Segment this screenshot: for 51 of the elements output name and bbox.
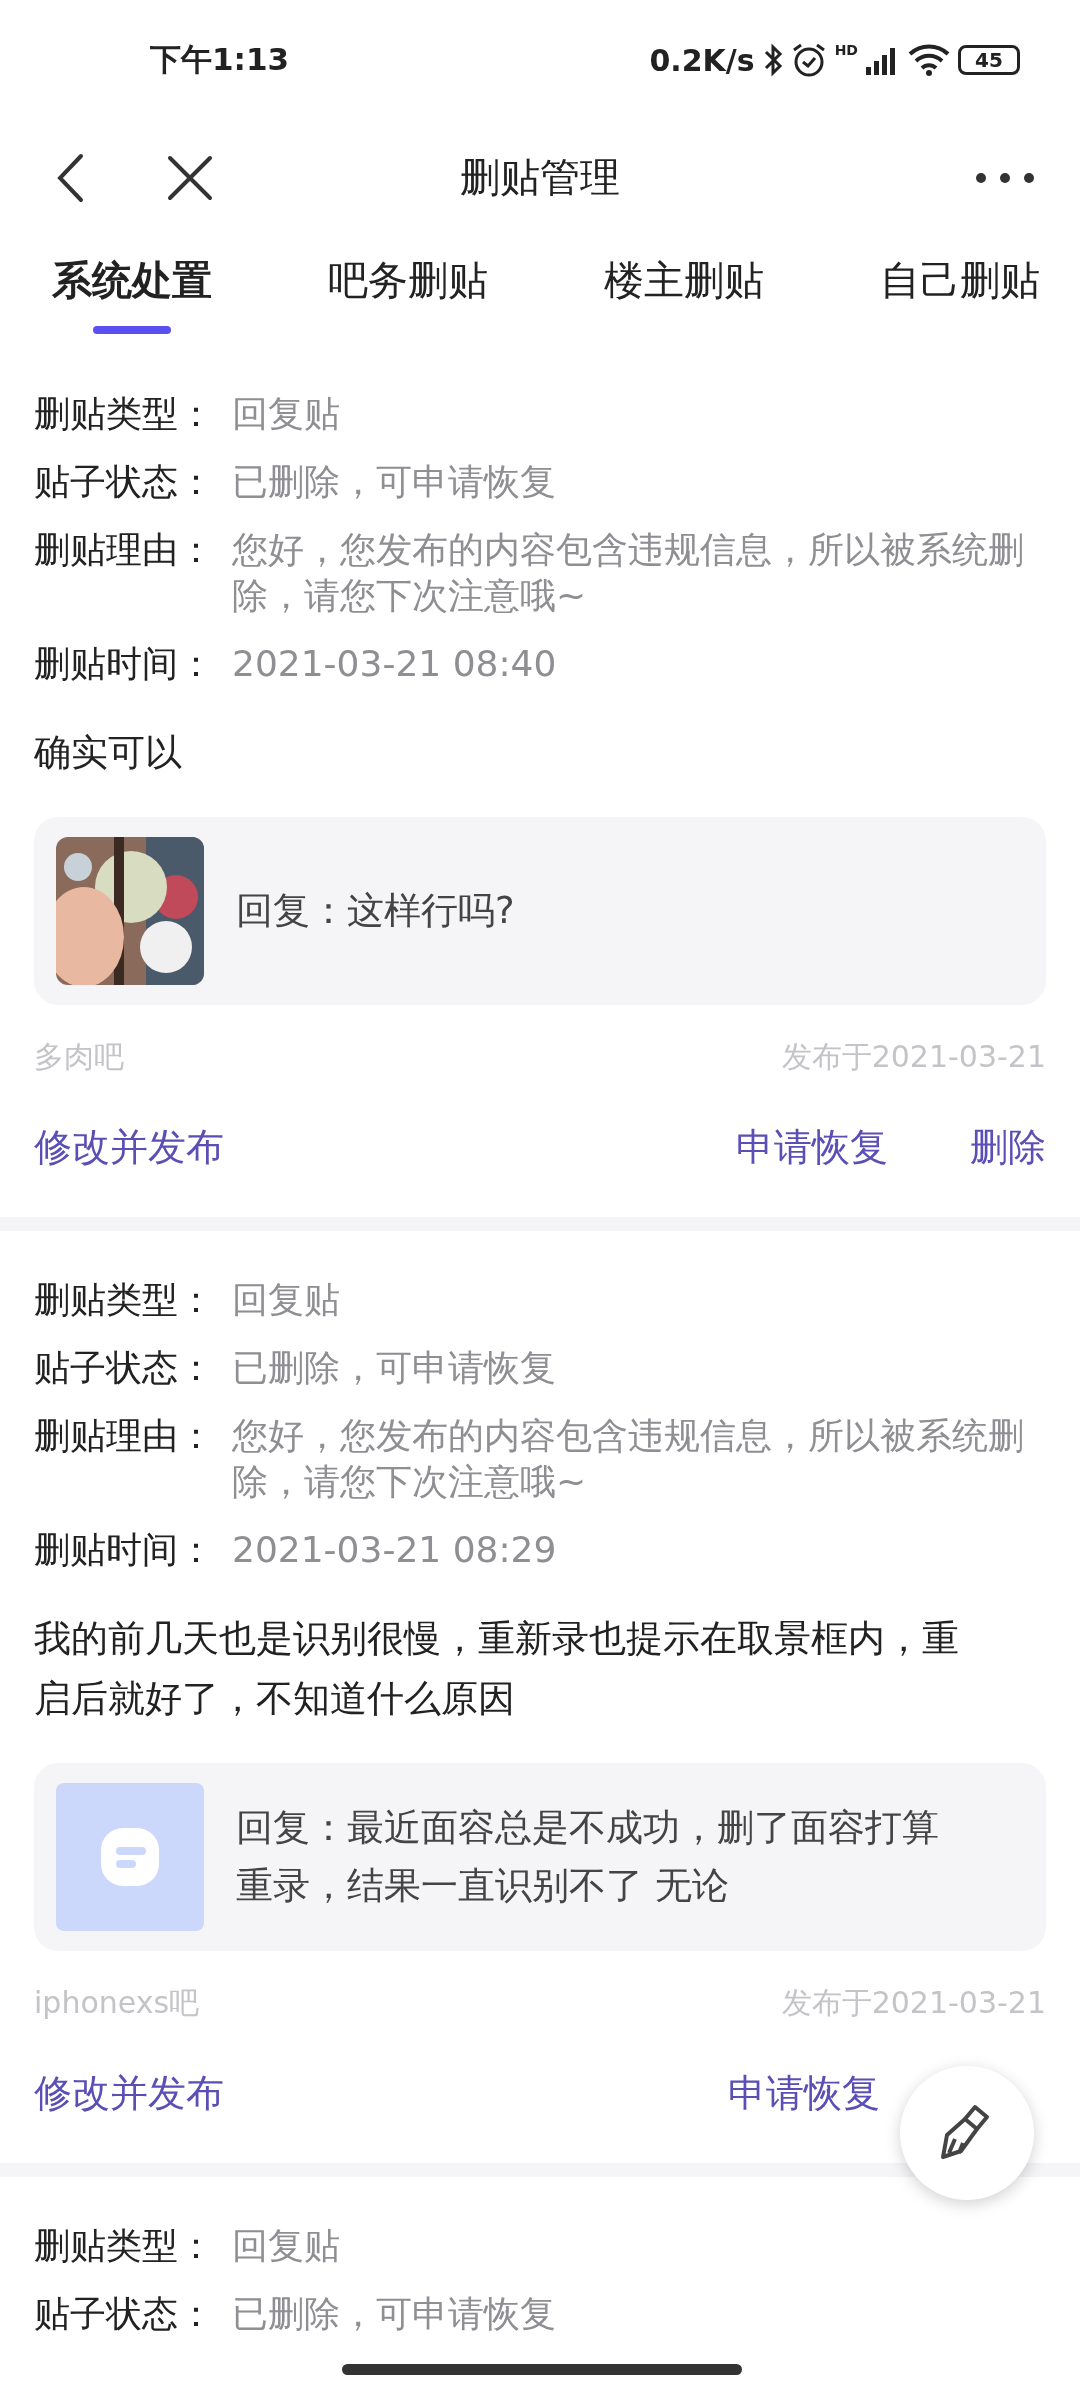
field-label: 贴子状态： <box>34 460 215 504</box>
tab[interactable]: 楼主删贴 <box>604 235 764 345</box>
post-content: 我的前几天也是识别很慢，重新录也提示在取景框内，重启后就好了，不知道什么原因 <box>34 1616 960 1722</box>
more-icon <box>975 171 1035 184</box>
forum-name: iphonexs吧 <box>34 1984 200 2022</box>
field-value: 回复贴 <box>232 392 341 436</box>
field-value: 已删除，可申请恢复 <box>232 1346 557 1390</box>
tab[interactable]: 自己删贴 <box>880 235 1040 345</box>
wifi-icon <box>908 44 950 76</box>
field-value: 已删除，可申请恢复 <box>232 2292 557 2336</box>
post-content: 确实可以 <box>34 730 183 776</box>
field-value: 回复贴 <box>232 2224 341 2268</box>
field-value: 2021-03-21 08:29 <box>232 1528 558 1572</box>
action-link[interactable]: 删除 <box>970 1122 1046 1173</box>
hd-label: HD <box>834 42 858 58</box>
tab[interactable]: 吧务删贴 <box>328 235 488 345</box>
placeholder-image-icon <box>56 1783 204 1931</box>
tab[interactable]: 系统处置 <box>52 235 212 345</box>
quoted-reply-text: 回复：这样行吗? <box>236 888 515 934</box>
field-value: 您好，您发布的内容包含违规信息，所以被系统删除，请您下次注意哦~ <box>232 528 1025 618</box>
publish-date: 发布于2021-03-21 <box>781 1038 1046 1076</box>
action-link[interactable]: 申请恢复 <box>736 1122 888 1173</box>
action-link[interactable]: 修改并发布 <box>34 2068 224 2119</box>
alarm-icon <box>790 42 827 78</box>
quoted-reply-card[interactable]: 回复：这样行吗? <box>34 817 1046 1005</box>
field-value: 回复贴 <box>232 1278 341 1322</box>
status-time: 下午1:13 <box>150 40 290 79</box>
quoted-reply-text: 回复：最近面容总是不成功，删了面容打算重录，结果一直识别不了 无论 <box>236 1805 940 1909</box>
action-link[interactable]: 修改并发布 <box>34 1122 224 1173</box>
forum-name: 多肉吧 <box>34 1038 124 1076</box>
field-label: 删贴时间： <box>34 642 215 686</box>
field-label: 贴子状态： <box>34 2292 215 2336</box>
publish-date: 发布于2021-03-21 <box>781 1984 1046 2022</box>
field-value: 您好，您发布的内容包含违规信息，所以被系统删除，请您下次注意哦~ <box>232 1414 1025 1504</box>
action-link[interactable]: 申请恢复 <box>728 2068 880 2119</box>
field-value: 已删除，可申请恢复 <box>232 460 557 504</box>
field-value: 2021-03-21 08:40 <box>232 642 558 686</box>
field-label: 删贴时间： <box>34 1528 215 1572</box>
quoted-reply-card[interactable]: 回复：最近面容总是不成功，删了面容打算重录，结果一直识别不了 无论 <box>34 1763 1046 1951</box>
field-label: 删贴理由： <box>34 528 215 572</box>
battery-level: 45 <box>958 45 1020 75</box>
close-icon <box>167 154 213 201</box>
field-label: 删贴类型： <box>34 2224 215 2268</box>
field-label: 删贴类型： <box>34 1278 215 1322</box>
field-label: 删贴理由： <box>34 1414 215 1458</box>
page-title: 删贴管理 <box>460 153 620 202</box>
bluetooth-icon <box>762 43 783 77</box>
field-label: 贴子状态： <box>34 1346 215 1390</box>
field-label: 删贴类型： <box>34 392 215 436</box>
network-speed: 0.2K/s <box>649 42 755 78</box>
back-icon <box>55 152 85 203</box>
